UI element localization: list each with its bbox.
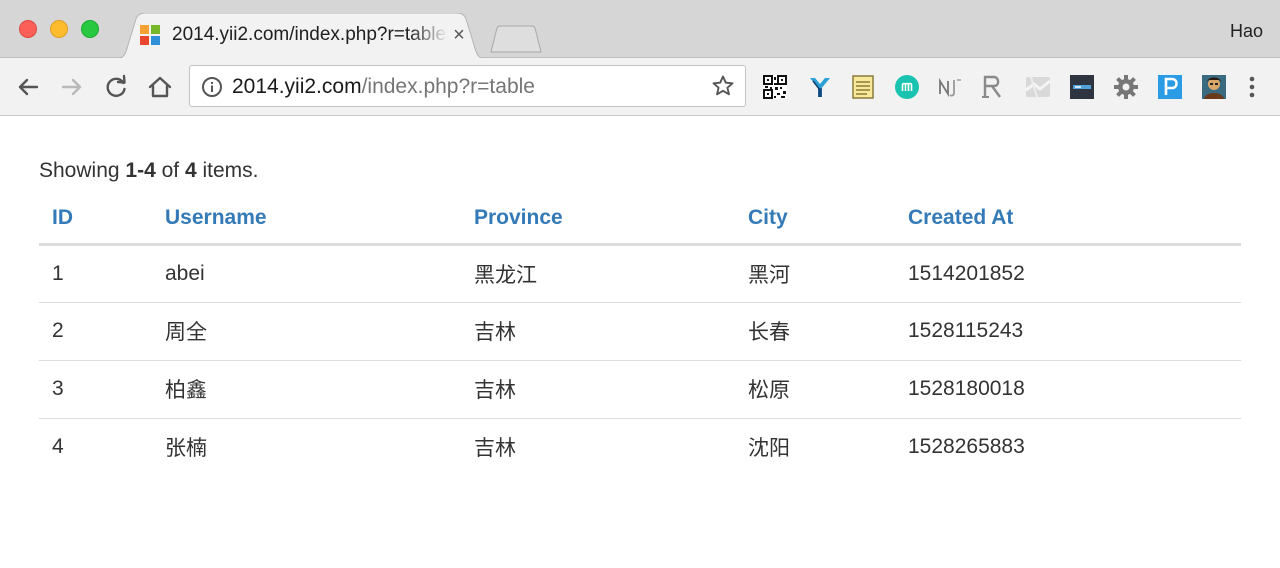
- cell-id: 4: [52, 435, 64, 459]
- map-extension-icon[interactable]: [1025, 74, 1051, 100]
- cell-created-at: 1514201852: [895, 244, 1241, 303]
- sort-link-id[interactable]: ID: [52, 206, 73, 229]
- sort-link-city[interactable]: City: [748, 206, 788, 229]
- zoom-window-button[interactable]: [81, 20, 99, 38]
- tab-title: 2014.yii2.com/index.php?r=table: [172, 24, 447, 45]
- home-button[interactable]: [145, 72, 175, 102]
- sort-link-username[interactable]: Username: [165, 206, 267, 229]
- sort-link-created-at[interactable]: Created At: [908, 206, 1013, 229]
- column-header-city[interactable]: City: [735, 194, 895, 246]
- r-extension-icon[interactable]: [980, 74, 1006, 100]
- profile-name[interactable]: Hao: [1230, 21, 1263, 42]
- cell-city: 松原: [735, 360, 895, 419]
- cell-id: 1: [39, 244, 152, 303]
- browser-toolbar: 2014.yii2.com/index.php?r=table: [0, 58, 1280, 116]
- window-titlebar: 2014.yii2.com/index.php?r=table × Hao: [0, 0, 1280, 59]
- url-path: /index.php?r=table: [361, 75, 535, 98]
- summary-total: 4: [184, 159, 197, 182]
- back-button[interactable]: [13, 72, 43, 102]
- cell-province: 吉林: [474, 437, 516, 461]
- cell-username: 柏鑫: [152, 360, 461, 419]
- new-tab-button[interactable]: [487, 25, 543, 53]
- browser-menu-icon[interactable]: [1242, 74, 1262, 100]
- summary-prefix: Showing: [39, 159, 126, 182]
- browser-tab-active[interactable]: 2014.yii2.com/index.php?r=table ×: [116, 13, 486, 59]
- cell-city: 黑河: [735, 244, 895, 303]
- cell-id: 2: [39, 302, 152, 361]
- arrow-right-icon: [61, 78, 82, 96]
- table-row: 1 abei 黑龙江 黑河 1514201852: [39, 244, 1241, 303]
- qr-code-icon[interactable]: [762, 74, 788, 100]
- bookmark-star-icon[interactable]: [711, 74, 735, 98]
- cell-city: 长春: [735, 302, 895, 361]
- gear-extension-icon[interactable]: [1113, 74, 1139, 100]
- cell-created-at: 1528115243: [895, 302, 1241, 361]
- table-row: 4 张楠 吉林 沈阳 1528265883: [39, 418, 1241, 476]
- site-favicon-icon: [140, 25, 160, 45]
- column-header-created-at[interactable]: Created At: [895, 194, 1241, 246]
- table-row: 2 周全 吉林 长春 1528115243: [39, 302, 1241, 361]
- close-window-button[interactable]: [19, 20, 37, 38]
- dark-extension-icon[interactable]: [1069, 74, 1095, 100]
- m-extension-icon[interactable]: [894, 74, 920, 100]
- notepad-icon[interactable]: [850, 74, 876, 100]
- nj-extension-icon[interactable]: [937, 74, 963, 100]
- table-header-row: ID Username Province City Created At: [39, 194, 1241, 246]
- cell-created-at: 1528180018: [895, 360, 1241, 419]
- url-text[interactable]: 2014.yii2.com/index.php?r=table: [232, 75, 535, 99]
- summary-suffix: items.: [196, 159, 259, 182]
- reload-button[interactable]: [101, 72, 131, 102]
- column-header-username[interactable]: Username: [152, 194, 461, 246]
- address-bar[interactable]: 2014.yii2.com/index.php?r=table: [189, 65, 746, 107]
- y-extension-icon[interactable]: [807, 74, 833, 100]
- reload-icon: [106, 74, 126, 97]
- avatar-extension-icon[interactable]: [1201, 74, 1227, 100]
- cell-province: 黑龙江: [461, 244, 735, 303]
- column-header-id[interactable]: ID: [39, 194, 152, 246]
- home-icon: [148, 76, 172, 98]
- summary-middle: of: [155, 159, 185, 182]
- arrow-left-icon: [18, 78, 39, 96]
- cell-province: 吉林: [461, 360, 735, 419]
- tab-close-icon[interactable]: ×: [450, 24, 468, 46]
- cell-id: 3: [39, 360, 152, 419]
- info-icon[interactable]: [201, 76, 223, 98]
- table-row: 3 柏鑫 吉林 松原 1528180018: [39, 360, 1241, 419]
- column-header-province[interactable]: Province: [461, 194, 735, 246]
- forward-button[interactable]: [57, 72, 87, 102]
- p-extension-icon[interactable]: [1157, 74, 1183, 100]
- url-host: 2014.yii2.com: [232, 75, 362, 98]
- data-grid-table: ID Username Province City Created At 1 a…: [39, 194, 1241, 476]
- sort-link-province[interactable]: Province: [474, 206, 563, 229]
- grid-summary: Showing 1-4 of 4 items.: [39, 159, 258, 183]
- cell-username: abei: [152, 244, 461, 303]
- cell-province: 吉林: [461, 302, 735, 361]
- cell-username: 张楠: [165, 437, 207, 461]
- cell-username: 周全: [152, 302, 461, 361]
- minimize-window-button[interactable]: [50, 20, 68, 38]
- cell-created-at: 1528265883: [908, 435, 1025, 459]
- cell-city: 沈阳: [748, 437, 790, 461]
- summary-range: 1-4: [125, 159, 156, 182]
